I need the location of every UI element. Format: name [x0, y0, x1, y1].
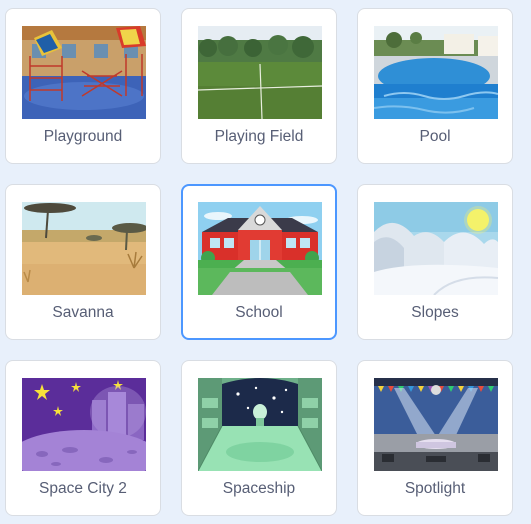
backdrop-label: Pool: [419, 128, 451, 145]
backdrop-library-grid: Playground Playing Field Pool Savanna Sc…: [0, 0, 531, 524]
backdrop-card-spaceship[interactable]: Spaceship: [181, 360, 337, 516]
playground-thumbnail: [22, 26, 146, 119]
backdrop-card-pool[interactable]: Pool: [357, 8, 513, 164]
backdrop-card-school[interactable]: School: [181, 184, 337, 340]
backdrop-label: Spotlight: [404, 480, 466, 497]
savanna-thumbnail: [22, 202, 146, 295]
space-city-2-thumbnail: [22, 378, 146, 471]
school-thumbnail: [198, 202, 322, 295]
backdrop-card-slopes[interactable]: Slopes: [357, 184, 513, 340]
spotlight-thumbnail: [374, 378, 498, 471]
backdrop-card-space-city-2[interactable]: Space City 2: [5, 360, 161, 516]
playing-field-thumbnail: [198, 26, 322, 119]
backdrop-label: Playing Field: [214, 128, 304, 145]
backdrop-label: Slopes: [411, 304, 459, 321]
pool-thumbnail: [374, 26, 498, 119]
backdrop-label: School: [235, 304, 283, 321]
backdrop-card-playing-field[interactable]: Playing Field: [181, 8, 337, 164]
backdrop-card-savanna[interactable]: Savanna: [5, 184, 161, 340]
backdrop-label: Playground: [43, 128, 123, 145]
backdrop-label: Savanna: [52, 304, 114, 321]
spaceship-thumbnail: [198, 378, 322, 471]
backdrop-card-playground[interactable]: Playground: [5, 8, 161, 164]
backdrop-card-spotlight[interactable]: Spotlight: [357, 360, 513, 516]
slopes-thumbnail: [374, 202, 498, 295]
backdrop-label: Spaceship: [222, 480, 296, 497]
backdrop-label: Space City 2: [39, 480, 127, 497]
